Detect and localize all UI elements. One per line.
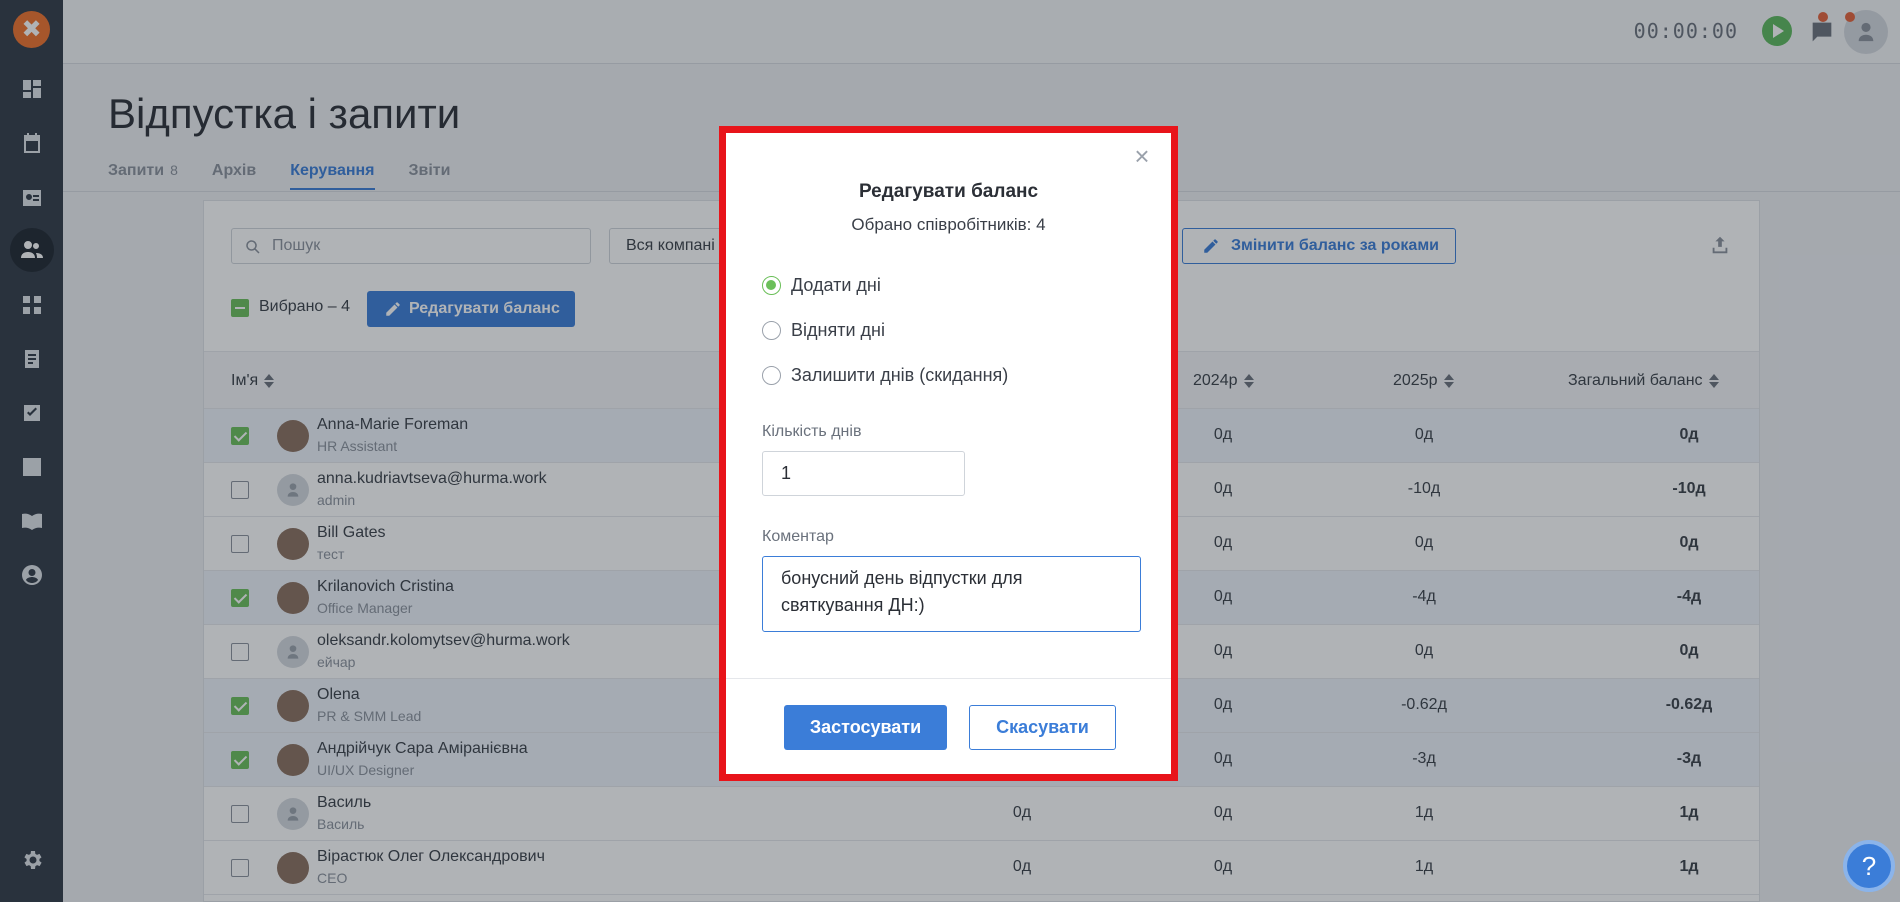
cancel-button[interactable]: Скасувати — [969, 705, 1116, 750]
modal-divider — [726, 678, 1171, 679]
apply-button[interactable]: Застосувати — [784, 705, 947, 750]
comment-textarea[interactable]: бонусний день відпустки для святкування … — [762, 556, 1141, 632]
days-input[interactable]: 1 — [762, 451, 965, 496]
radio-dot — [762, 366, 781, 385]
modal-subtitle: Обрано співробітників: 4 — [851, 215, 1046, 234]
modal-highlight-frame: × Редагувати баланс Обрано співробітникі… — [719, 126, 1178, 781]
days-label: Кількість днів — [762, 423, 862, 440]
close-icon[interactable]: × — [1131, 143, 1153, 169]
radio-dot — [762, 276, 781, 295]
radio-subtract-days[interactable]: Відняти дні — [762, 320, 885, 341]
radio-reset-days[interactable]: Залишити днів (скидання) — [762, 365, 1008, 386]
radio-dot — [762, 321, 781, 340]
comment-label: Коментар — [762, 528, 834, 545]
modal-title: Редагувати баланс — [858, 181, 1039, 202]
radio-add-days[interactable]: Додати дні — [762, 275, 881, 296]
help-button[interactable]: ? — [1843, 840, 1895, 892]
edit-balance-modal: × Редагувати баланс Обрано співробітникі… — [726, 133, 1171, 774]
